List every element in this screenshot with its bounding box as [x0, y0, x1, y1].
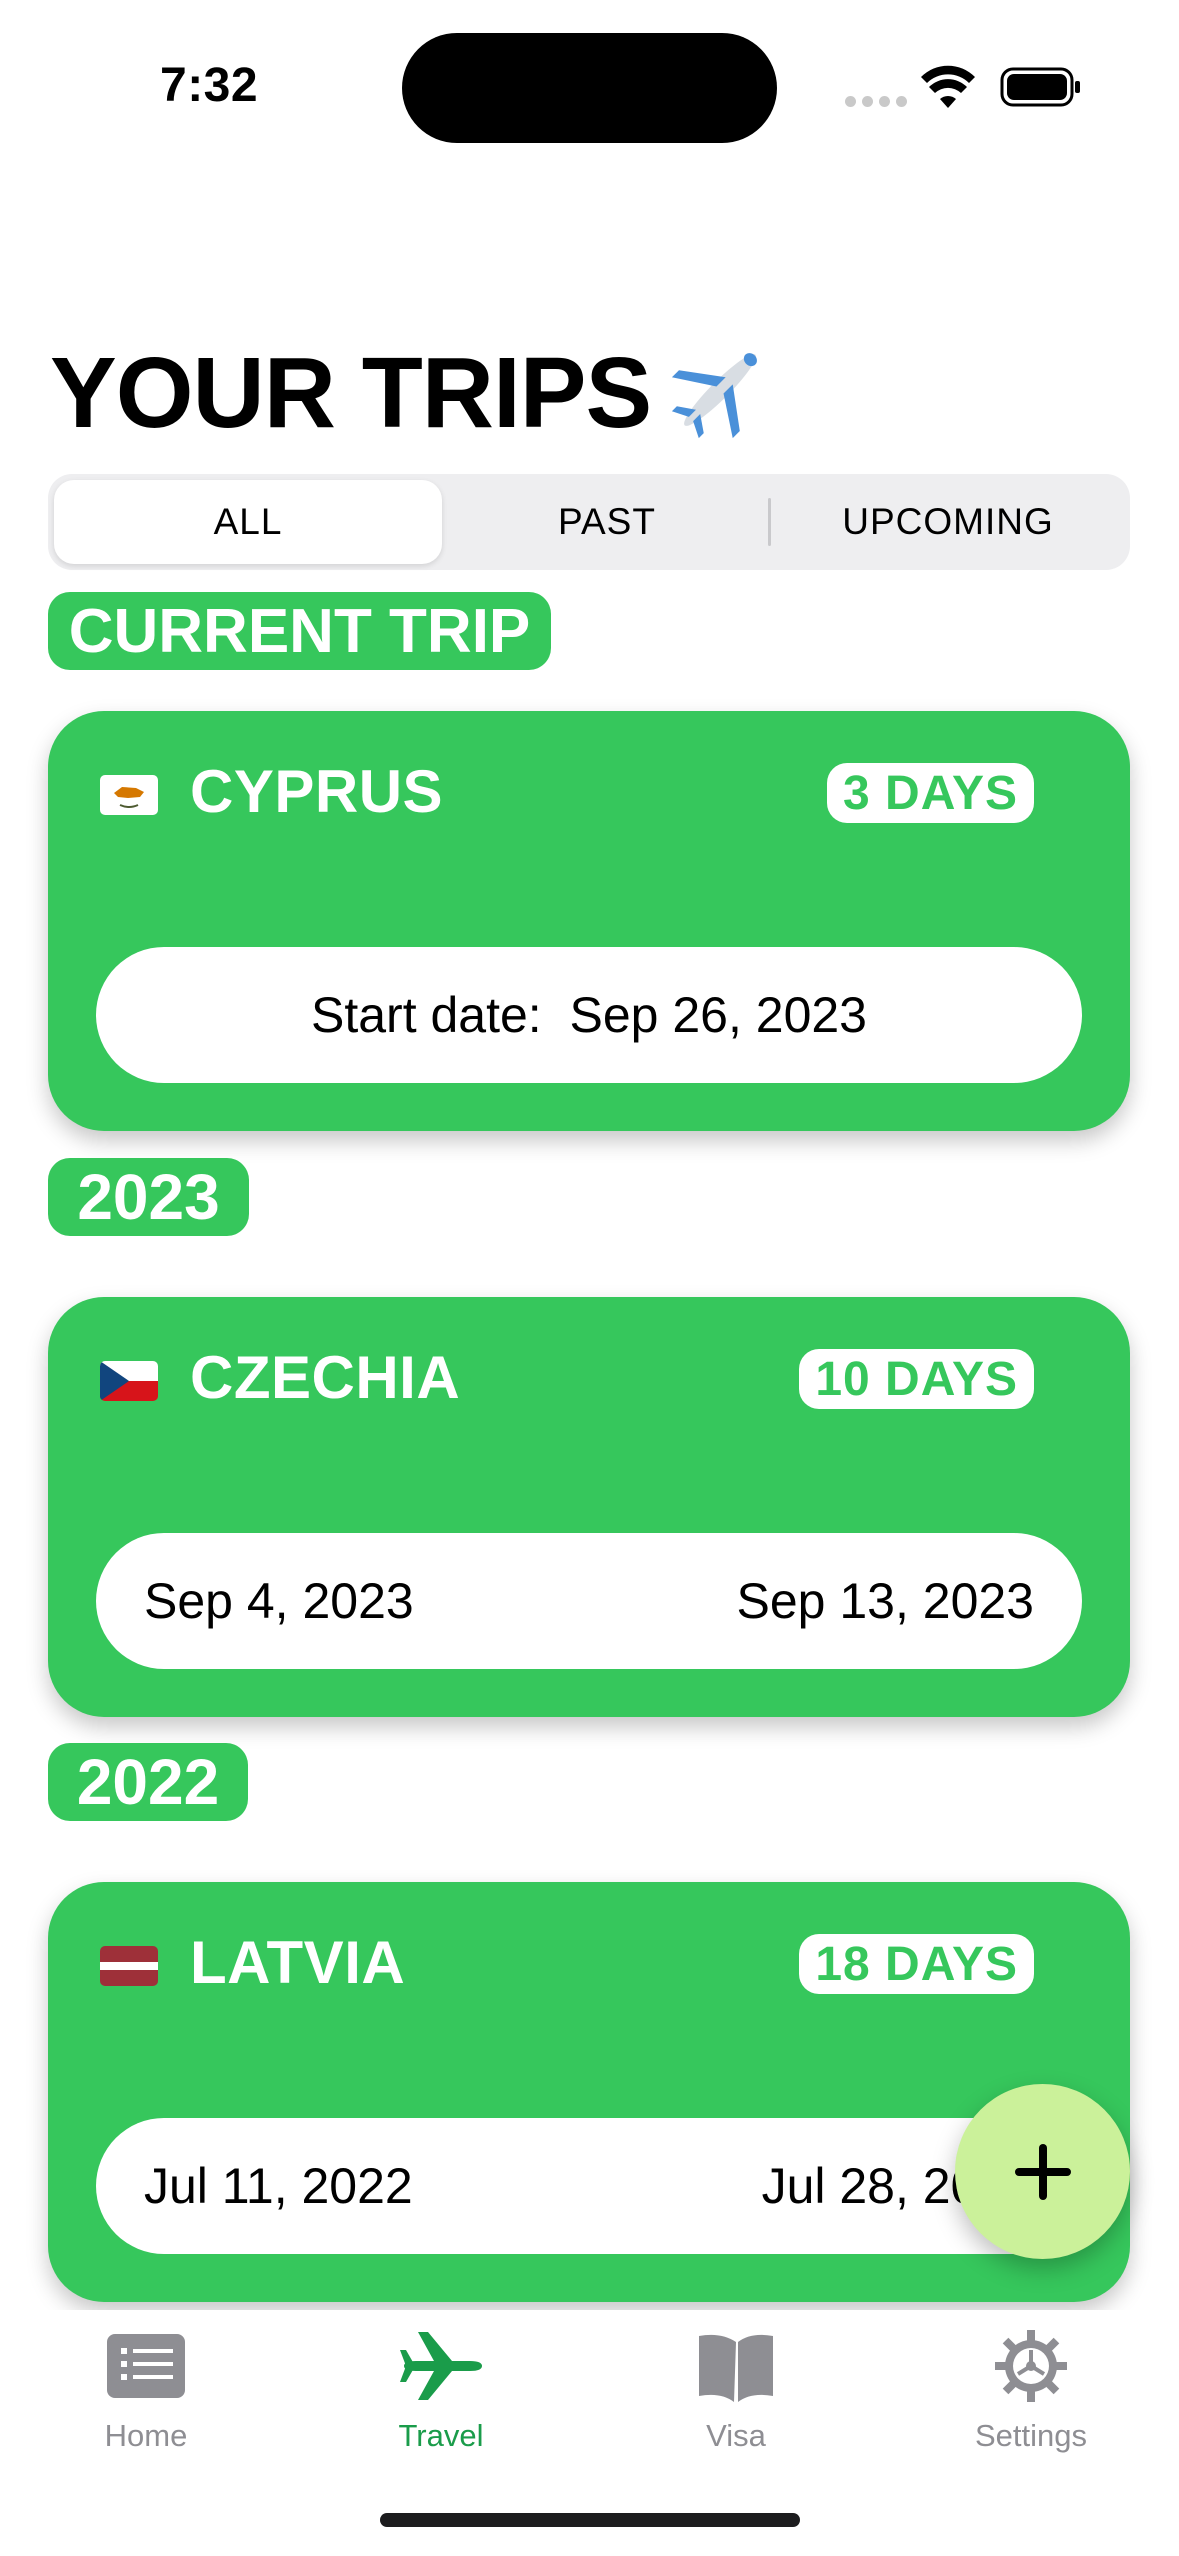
trip-dates: Start date: Sep 26, 2023	[96, 947, 1082, 1083]
trip-duration-badge: 18 DAYS	[799, 1934, 1034, 1994]
segment-past[interactable]: PAST	[448, 480, 766, 564]
plus-icon	[1014, 2143, 1071, 2200]
page-title-text: YOUR TRIPS	[50, 337, 652, 449]
year-2022-label: 2022	[48, 1743, 248, 1821]
wifi-icon	[921, 65, 975, 108]
tab-visa-label: Visa	[706, 2418, 766, 2453]
tab-visa[interactable]: Visa	[636, 2310, 836, 2454]
trip-duration-badge: 3 DAYS	[827, 763, 1034, 823]
segment-divider	[768, 498, 771, 546]
gear-icon	[995, 2330, 1067, 2402]
trip-card-cyprus[interactable]: CYPRUS 3 DAYS Start date: Sep 26, 2023	[48, 711, 1130, 1131]
start-date: Jul 11, 2022	[144, 2158, 413, 2214]
country-name: CZECHIA	[190, 1344, 461, 1411]
trip-dates: Sep 4, 2023 Sep 13, 2023	[96, 1533, 1082, 1669]
airplane-emoji-icon	[672, 353, 758, 439]
trip-card-latvia[interactable]: LATVIA 18 DAYS Jul 11, 2022 Jul 28, 2022	[48, 1882, 1130, 2302]
start-date: Sep 4, 2023	[144, 1573, 414, 1629]
country-name: LATVIA	[190, 1929, 406, 1996]
czechia-flag-icon	[100, 1361, 158, 1401]
start-date-label: Start date:	[311, 987, 542, 1043]
page-title: YOUR TRIPS	[50, 335, 775, 451]
current-trip-label: CURRENT TRIP	[48, 592, 551, 670]
start-date: Sep 26, 2023	[569, 987, 868, 1043]
list-icon	[107, 2334, 185, 2398]
tab-settings-label: Settings	[974, 2418, 1087, 2453]
latvia-flag-icon	[100, 1946, 158, 1986]
trip-duration-badge: 10 DAYS	[799, 1349, 1034, 1409]
airplane-icon	[400, 2332, 482, 2400]
segment-upcoming[interactable]: UPCOMING	[772, 480, 1124, 564]
cyprus-flag-icon	[100, 775, 158, 815]
book-icon	[699, 2334, 773, 2402]
cellular-signal-icon	[845, 96, 907, 107]
tab-settings[interactable]: Settings	[931, 2310, 1131, 2454]
year-2023-label: 2023	[48, 1158, 249, 1236]
tab-travel-label: Travel	[398, 2418, 484, 2453]
tab-home-label: Home	[104, 2418, 188, 2453]
add-trip-button[interactable]	[955, 2084, 1130, 2259]
segment-all[interactable]: ALL	[54, 480, 442, 564]
country-name: CYPRUS	[190, 758, 444, 825]
status-time: 7:32	[160, 59, 259, 112]
trip-filter-segmented-control: ALL PAST UPCOMING	[48, 474, 1130, 570]
trip-dates: Jul 11, 2022 Jul 28, 2022	[96, 2118, 1082, 2254]
tab-travel[interactable]: Travel	[341, 2310, 541, 2454]
battery-icon	[1000, 67, 1080, 107]
home-indicator	[380, 2513, 800, 2527]
tab-home[interactable]: Home	[46, 2310, 246, 2454]
dynamic-island	[402, 33, 777, 143]
end-date: Sep 13, 2023	[736, 1573, 1035, 1629]
trip-card-czechia[interactable]: CZECHIA 10 DAYS Sep 4, 2023 Sep 13, 2023	[48, 1297, 1130, 1717]
